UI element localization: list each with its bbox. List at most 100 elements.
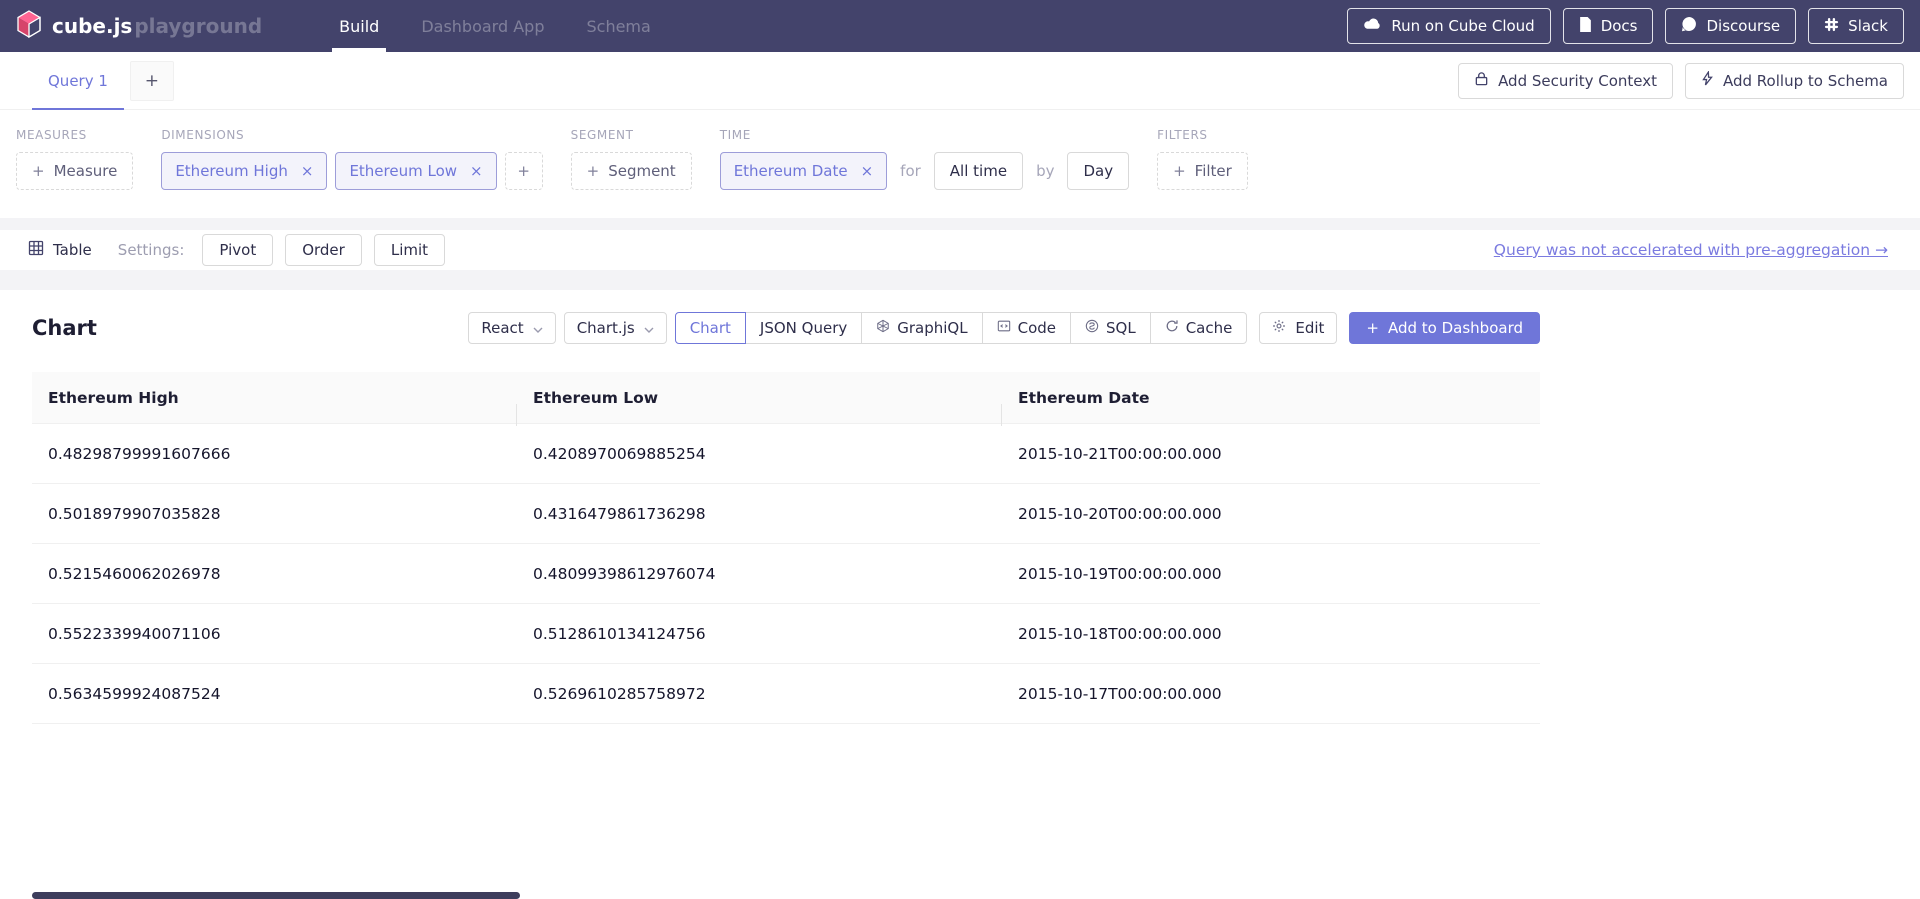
measures-label: MEASURES <box>16 128 133 142</box>
order-button[interactable]: Order <box>285 234 362 266</box>
dimension-chip-ethereum-high[interactable]: Ethereum High × <box>161 152 327 190</box>
cell: 0.48099398612976074 <box>517 565 1002 583</box>
cell: 0.4316479861736298 <box>517 505 1002 523</box>
docs-button[interactable]: Docs <box>1563 8 1654 44</box>
add-filter-button[interactable]: + Filter <box>1157 152 1248 190</box>
chevron-down-icon <box>533 319 543 337</box>
horizontal-scrollbar-thumb[interactable] <box>32 892 520 899</box>
pivot-button[interactable]: Pivot <box>202 234 273 266</box>
chart-type-select[interactable]: Table <box>28 240 92 260</box>
by-label: by <box>1036 162 1054 180</box>
edit-button[interactable]: Edit <box>1259 312 1337 344</box>
refresh-icon <box>1165 319 1179 337</box>
brand: cube.jsplayground <box>16 0 262 52</box>
table-row: 0.5215460062026978 0.48099398612976074 2… <box>32 544 1540 604</box>
chevron-down-icon <box>644 319 654 337</box>
cell: 0.4208970069885254 <box>517 445 1002 463</box>
view-mode-sql[interactable]: SQL <box>1070 312 1151 344</box>
document-icon <box>1579 17 1592 36</box>
cubejs-logo-icon <box>16 10 42 42</box>
cell: 2015-10-21T00:00:00.000 <box>1002 445 1540 463</box>
view-mode-group: Chart JSON Query GraphiQL Code <box>675 312 1248 344</box>
slack-button[interactable]: Slack <box>1808 8 1904 44</box>
add-security-context-button[interactable]: Add Security Context <box>1458 63 1673 99</box>
close-icon[interactable]: × <box>861 162 874 180</box>
settings-bar: Table Settings: Pivot Order Limit Query … <box>0 230 1920 270</box>
view-mode-json-query[interactable]: JSON Query <box>745 312 862 344</box>
cell: 0.5634599924087524 <box>32 685 517 703</box>
discourse-button[interactable]: Discourse <box>1665 8 1796 44</box>
plus-icon: + <box>587 162 600 180</box>
cell: 0.5128610134124756 <box>517 625 1002 643</box>
column-header-ethereum-low: Ethereum Low <box>517 389 1002 407</box>
settings-buttons: Pivot Order Limit <box>202 234 445 266</box>
close-icon[interactable]: × <box>301 162 314 180</box>
nav-link-schema[interactable]: Schema <box>565 0 671 52</box>
measures-group: MEASURES + Measure <box>16 128 133 190</box>
table-row: 0.5018979907035828 0.4316479861736298 20… <box>32 484 1540 544</box>
cell: 2015-10-18T00:00:00.000 <box>1002 625 1540 643</box>
run-on-cube-cloud-button[interactable]: Run on Cube Cloud <box>1347 8 1550 44</box>
cell: 0.5215460062026978 <box>32 565 517 583</box>
segment-group: SEGMENT + Segment <box>571 128 692 190</box>
view-mode-chart[interactable]: Chart <box>675 312 746 344</box>
granularity-button[interactable]: Day <box>1067 152 1129 190</box>
tabs-actions: Add Security Context Add Rollup to Schem… <box>1458 63 1904 99</box>
cell: 2015-10-20T00:00:00.000 <box>1002 505 1540 523</box>
gear-icon <box>1272 319 1286 337</box>
table-header-row: Ethereum High Ethereum Low Ethereum Date <box>32 372 1540 424</box>
add-rollup-to-schema-button[interactable]: Add Rollup to Schema <box>1685 63 1904 99</box>
slack-icon <box>1824 17 1839 36</box>
time-group: TIME Ethereum Date × for All time by Day <box>720 128 1129 190</box>
view-mode-graphiql[interactable]: GraphiQL <box>861 312 982 344</box>
table-row: 0.5634599924087524 0.5269610285758972 20… <box>32 664 1540 724</box>
nav-link-build[interactable]: Build <box>318 0 400 52</box>
view-mode-code[interactable]: Code <box>982 312 1071 344</box>
top-navbar: cube.jsplayground Build Dashboard App Sc… <box>0 0 1920 52</box>
framework-select[interactable]: React <box>468 312 555 344</box>
add-measure-button[interactable]: + Measure <box>16 152 133 190</box>
chart-library-select[interactable]: Chart.js <box>564 312 667 344</box>
cell: 2015-10-19T00:00:00.000 <box>1002 565 1540 583</box>
add-to-dashboard-button[interactable]: + Add to Dashboard <box>1349 312 1540 344</box>
close-icon[interactable]: × <box>470 162 483 180</box>
plus-icon: + <box>517 162 530 180</box>
plus-icon: + <box>1173 162 1186 180</box>
query-section: Query 1 + Add Security Context Add Rollu… <box>0 52 1920 218</box>
plus-icon: + <box>1366 319 1379 337</box>
dimensions-label: DIMENSIONS <box>161 128 542 142</box>
lock-icon <box>1474 71 1489 90</box>
table-row: 0.48298799991607666 0.4208970069885254 2… <box>32 424 1540 484</box>
time-dimension-chip-ethereum-date[interactable]: Ethereum Date × <box>720 152 887 190</box>
view-mode-cache[interactable]: Cache <box>1150 312 1248 344</box>
nav-link-dashboard-app[interactable]: Dashboard App <box>400 0 565 52</box>
cell: 0.5522339940071106 <box>32 625 517 643</box>
date-range-button[interactable]: All time <box>934 152 1023 190</box>
navbar-actions: Run on Cube Cloud Docs Discourse <box>1347 0 1904 52</box>
table-row: 0.5522339940071106 0.5128610134124756 20… <box>32 604 1540 664</box>
chart-controls: React Chart.js Chart JSON Query <box>468 312 1540 344</box>
graphql-icon <box>876 319 890 337</box>
add-query-tab-button[interactable]: + <box>130 61 174 101</box>
time-label: TIME <box>720 128 1129 142</box>
cell: 0.48298799991607666 <box>32 445 517 463</box>
filters-group: FILTERS + Filter <box>1157 128 1248 190</box>
table-grid-icon <box>28 240 44 260</box>
plus-icon: + <box>32 162 45 180</box>
brand-name: cube.js <box>52 14 132 38</box>
query-tabs-bar: Query 1 + Add Security Context Add Rollu… <box>0 52 1920 110</box>
preaggregation-link[interactable]: Query was not accelerated with pre-aggre… <box>1494 241 1888 259</box>
add-segment-button[interactable]: + Segment <box>571 152 692 190</box>
navbar-links: Build Dashboard App Schema <box>318 0 672 52</box>
sql-console-icon <box>1085 319 1099 337</box>
chart-panel-title: Chart <box>32 316 97 340</box>
tab-query-1[interactable]: Query 1 <box>32 52 124 109</box>
cloud-icon <box>1363 17 1382 35</box>
result-table: Ethereum High Ethereum Low Ethereum Date… <box>32 372 1540 724</box>
limit-button[interactable]: Limit <box>374 234 445 266</box>
query-builder: MEASURES + Measure DIMENSIONS Ethereum H… <box>0 110 1920 218</box>
dimension-chip-ethereum-low[interactable]: Ethereum Low × <box>335 152 496 190</box>
brand-suffix: playground <box>134 14 262 38</box>
cell: 0.5269610285758972 <box>517 685 1002 703</box>
add-dimension-button[interactable]: + <box>505 152 543 190</box>
